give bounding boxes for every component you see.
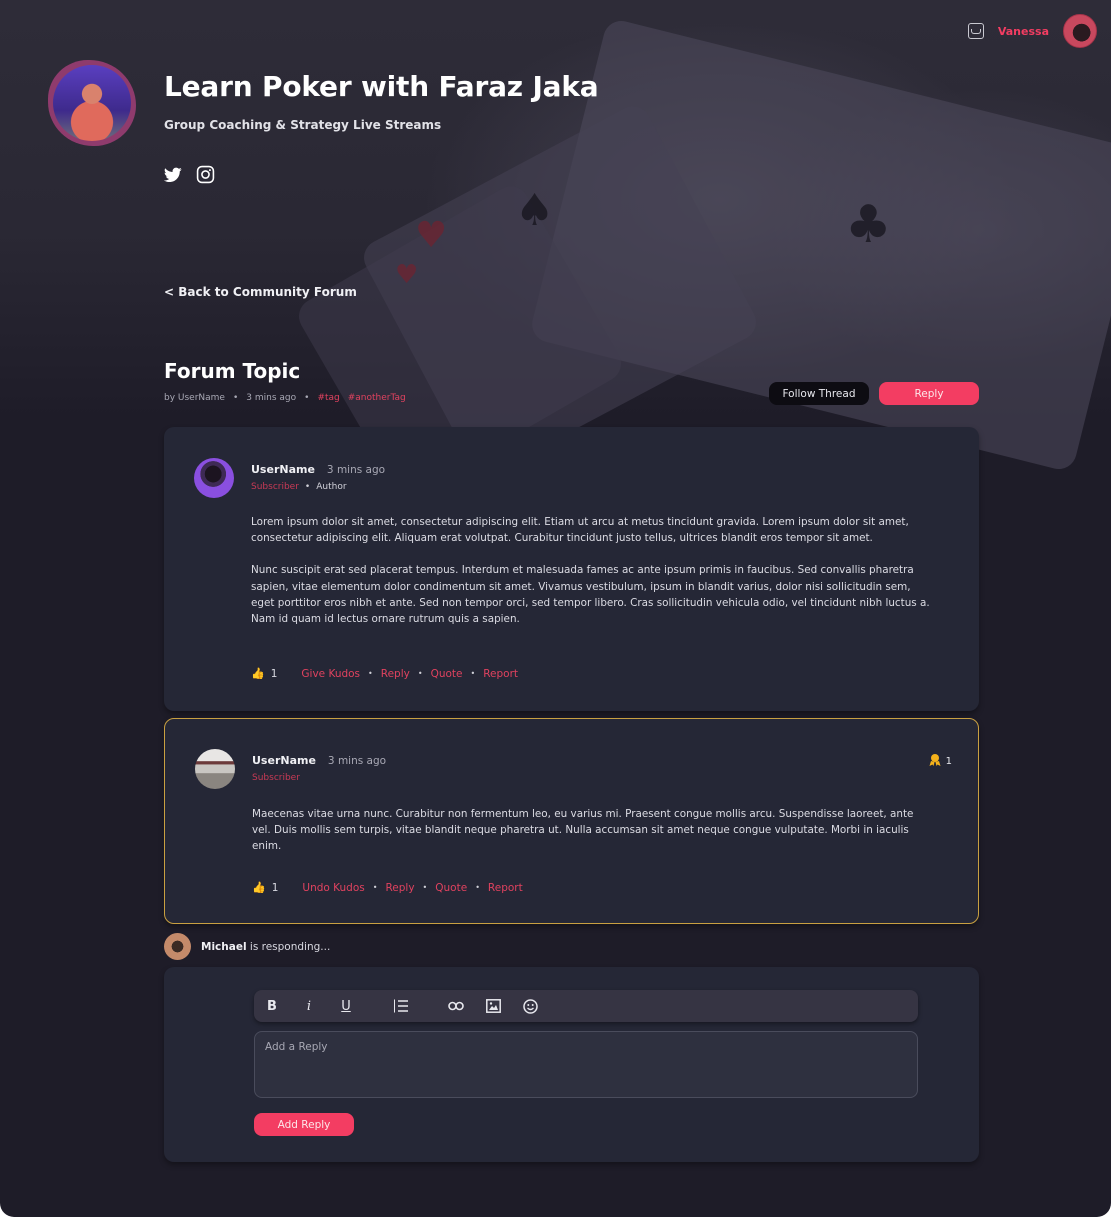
back-to-forum-link[interactable]: < Back to Community Forum <box>164 285 357 299</box>
responding-label: is responding... <box>246 940 331 953</box>
creator-logo <box>48 60 136 146</box>
user-avatar[interactable] <box>1063 14 1097 48</box>
forum-post: UserName 3 mins ago Subscriber • Author … <box>164 427 979 711</box>
image-icon[interactable] <box>485 998 501 1014</box>
report-link[interactable]: Report <box>483 668 518 680</box>
reply-composer: B i U Add Reply <box>164 967 979 1162</box>
forum-post-highlighted: UserName 3 mins ago Subscriber 1 Maecena… <box>164 718 979 924</box>
reply-link[interactable]: Reply <box>385 882 414 894</box>
role-badge-subscriber: Subscriber <box>251 482 299 492</box>
topic-tag[interactable]: #anotherTag <box>348 393 406 403</box>
post-time: 3 mins ago <box>327 755 387 767</box>
site-subtitle: Group Coaching & Strategy Live Streams <box>164 118 442 132</box>
action-separator: • <box>422 883 428 892</box>
underline-icon[interactable]: U <box>338 998 354 1014</box>
post-author-avatar[interactable] <box>194 458 234 498</box>
post-body: Lorem ipsum dolor sit amet, consectetur … <box>251 514 931 627</box>
responder-name: Michael <box>201 940 247 953</box>
post-paragraph: Nunc suscipit erat sed placerat tempus. … <box>251 564 930 626</box>
kudos-badge: 1 <box>928 753 952 770</box>
twitter-icon[interactable] <box>163 167 182 187</box>
page: ♣ ♠ ♥ ♥ Vanessa Learn Poker with Faraz J… <box>0 0 1111 1217</box>
post-body: Maecenas vitae urna nunc. Curabitur non … <box>252 806 932 855</box>
heart-suit-decoration-small: ♥ <box>395 260 419 290</box>
reply-button[interactable]: Reply <box>879 382 979 405</box>
post-time: 3 mins ago <box>326 464 386 476</box>
emoji-icon[interactable] <box>522 998 538 1014</box>
topic-meta: by UserName • 3 mins ago • #tag #another… <box>164 393 406 403</box>
responder-avatar <box>164 933 191 960</box>
post-paragraph: Maecenas vitae urna nunc. Curabitur non … <box>252 808 914 853</box>
post-author-name[interactable]: UserName <box>252 754 316 767</box>
badge-count: 1 <box>945 756 952 767</box>
action-separator: • <box>475 883 480 892</box>
undo-kudos-link[interactable]: Undo Kudos <box>302 882 364 894</box>
heart-suit-decoration: ♥ <box>415 215 448 256</box>
inbox-icon[interactable] <box>967 23 984 39</box>
instagram-icon[interactable] <box>196 165 215 188</box>
meta-separator: • <box>304 393 310 403</box>
kudos-count: 1 <box>270 667 278 680</box>
action-separator: • <box>368 669 373 678</box>
post-paragraph: Lorem ipsum dolor sit amet, consectetur … <box>251 516 909 545</box>
topic-title: Forum Topic <box>164 359 301 383</box>
action-separator: • <box>372 883 378 892</box>
post-actions: 👍 1 Undo Kudos • Reply • Quote • Report <box>252 881 523 894</box>
bold-icon[interactable]: B <box>264 998 280 1014</box>
quote-link[interactable]: Quote <box>435 882 467 894</box>
post-author-avatar[interactable] <box>195 749 235 789</box>
reply-textarea[interactable] <box>254 1031 918 1098</box>
action-separator: • <box>470 669 476 678</box>
give-kudos-link[interactable]: Give Kudos <box>301 668 360 680</box>
numbered-list-icon[interactable] <box>393 998 409 1014</box>
spade-suit-decoration: ♠ <box>515 185 555 236</box>
role-badge-author: Author <box>316 482 347 492</box>
thumbs-up-icon: 👍 <box>251 667 265 680</box>
quote-link[interactable]: Quote <box>431 668 463 680</box>
post-header: UserName 3 mins ago <box>252 754 386 767</box>
post-author-name[interactable]: UserName <box>251 463 315 476</box>
reply-link[interactable]: Reply <box>381 668 410 680</box>
action-separator: • <box>417 669 423 678</box>
thumbs-up-icon: 👍 <box>252 881 266 894</box>
kudos-count: 1 <box>271 881 279 894</box>
typing-indicator: Michael is responding... <box>164 933 330 960</box>
top-bar: Vanessa <box>967 14 1097 48</box>
post-roles: Subscriber • Author <box>251 482 347 492</box>
social-links <box>163 165 215 188</box>
post-roles: Subscriber <box>252 773 300 783</box>
current-user-name[interactable]: Vanessa <box>998 25 1049 38</box>
topic-time: 3 mins ago <box>246 393 297 403</box>
follow-thread-button[interactable]: Follow Thread <box>769 382 869 405</box>
link-icon[interactable] <box>448 998 464 1014</box>
post-header: UserName 3 mins ago <box>251 463 385 476</box>
award-icon <box>928 753 942 770</box>
add-reply-button[interactable]: Add Reply <box>254 1113 354 1136</box>
hero-banner: ♣ ♠ ♥ ♥ <box>0 0 1111 501</box>
editor-toolbar: B i U <box>254 990 918 1022</box>
topic-author[interactable]: by UserName <box>164 393 225 403</box>
site-title: Learn Poker with Faraz Jaka <box>164 70 599 103</box>
typing-text: Michael is responding... <box>201 941 330 953</box>
italic-icon[interactable]: i <box>301 998 317 1014</box>
report-link[interactable]: Report <box>488 882 523 894</box>
role-badge-subscriber: Subscriber <box>252 773 300 783</box>
topic-tag[interactable]: #tag <box>317 393 339 403</box>
meta-separator: • <box>232 393 239 403</box>
post-actions: 👍 1 Give Kudos • Reply • Quote • Report <box>251 667 518 680</box>
role-separator: • <box>304 482 311 492</box>
club-suit-decoration: ♣ <box>845 195 892 255</box>
